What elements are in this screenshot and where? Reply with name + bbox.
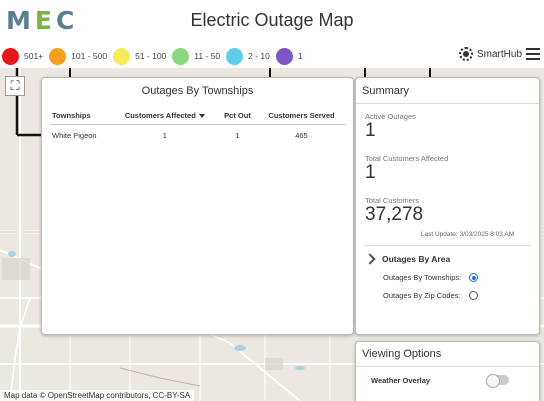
- legend-item-2-10: 2 - 10: [226, 47, 270, 65]
- legend-item-501-plus: 501+: [2, 47, 44, 65]
- radio-button-zip-codes[interactable]: [469, 291, 478, 300]
- active-outages-value: 1: [365, 120, 376, 141]
- summary-panel: Summary Active Outages 1 Total Customers…: [355, 77, 540, 335]
- viewing-options-panel: Viewing Options Weather Overlay: [355, 341, 540, 401]
- weather-overlay-row: Weather Overlay: [371, 374, 509, 388]
- column-header-customers-served[interactable]: Customers Served: [256, 107, 346, 125]
- legend-item-11-50: 11 - 50: [172, 47, 221, 65]
- page-title: Electric Outage Map: [190, 10, 354, 30]
- hamburger-menu-icon[interactable]: [526, 48, 540, 60]
- active-outages-stat: Active Outages 1: [356, 112, 539, 141]
- total-customers-stat: Total Customers 37,278: [356, 196, 539, 225]
- townships-panel: Outages By Townships Townships Customers…: [41, 77, 354, 335]
- legend-label: 11 - 50: [194, 51, 221, 61]
- cell-township: White Pigeon: [52, 131, 97, 140]
- outages-by-area-toggle[interactable]: Outages By Area: [364, 253, 539, 265]
- legend-label: 1: [297, 51, 303, 61]
- legend-item-1: 1: [275, 47, 303, 65]
- cell-customers-served: 465: [295, 131, 308, 140]
- chevron-right-icon: [364, 253, 376, 265]
- legend-color-dot: [49, 47, 67, 65]
- legend-color-dot: [172, 47, 190, 65]
- legend-color-dot: [275, 47, 293, 65]
- radio-label: Outages By Townships:: [383, 273, 462, 282]
- legend-label: 101 - 500: [71, 51, 108, 61]
- legend-label: 501+: [24, 51, 44, 61]
- table-header-row: Townships Customers Affected Pct Out Cus…: [50, 107, 346, 125]
- active-outages-label: Active Outages: [365, 112, 416, 121]
- column-header-customers-affected[interactable]: Customers Affected: [111, 107, 219, 125]
- viewing-options-title: Viewing Options: [356, 342, 539, 367]
- column-header-label: Pct Out: [224, 111, 251, 120]
- cell-pct-out: 1: [235, 131, 240, 140]
- total-customers-value: 37,278: [365, 204, 424, 225]
- legend-item-101-500: 101 - 500: [49, 47, 108, 65]
- summary-title: Summary: [356, 78, 539, 104]
- townships-panel-title: Outages By Townships: [141, 85, 254, 97]
- table-row[interactable]: White Pigeon 1 1 465: [50, 125, 346, 147]
- radio-label: Outages By Zip Codes:: [383, 291, 461, 300]
- divider: [364, 245, 531, 246]
- total-affected-value: 1: [365, 162, 376, 183]
- legend-color-dot: [2, 47, 19, 65]
- cell-customers-affected: 1: [162, 131, 167, 140]
- sort-desc-icon[interactable]: [198, 114, 205, 119]
- outages-by-area-label: Outages By Area: [382, 254, 451, 264]
- column-header-label: Customers Served: [268, 111, 335, 120]
- legend-color-dot: [226, 47, 244, 65]
- smarthub-link[interactable]: SmartHub: [458, 47, 522, 61]
- sun-icon: [458, 47, 473, 61]
- outage-legend: 501+ 101 - 500 51 - 100 11 - 50 2 - 10 1: [2, 46, 309, 66]
- last-update-timestamp: Last Update: 3/03/2025 8:03 AM: [420, 231, 515, 238]
- legend-label: 51 - 100: [135, 51, 167, 61]
- radio-by-townships[interactable]: Outages By Townships:: [383, 273, 539, 282]
- column-header-townships[interactable]: Townships: [50, 107, 112, 125]
- legend-label: 2 - 10: [248, 51, 270, 61]
- legend-item-51-100: 51 - 100: [113, 47, 167, 65]
- legend-color-dot: [113, 47, 131, 65]
- smarthub-label: SmartHub: [476, 48, 522, 60]
- townships-table: Townships Customers Affected Pct Out Cus…: [50, 107, 346, 146]
- map-attribution[interactable]: Map data © OpenStreetMap contributors, C…: [0, 390, 195, 401]
- header: MEC Electric Outage Map: [0, 0, 544, 44]
- weather-overlay-toggle[interactable]: [486, 374, 509, 388]
- total-affected-stat: Total Customers Affected 1: [356, 154, 539, 183]
- column-header-label: Townships: [52, 111, 91, 120]
- column-header-pct-out[interactable]: Pct Out: [218, 107, 257, 125]
- fullscreen-expand-icon[interactable]: ⛶: [5, 76, 25, 96]
- radio-button-townships[interactable]: [469, 273, 478, 282]
- weather-overlay-label: Weather Overlay: [371, 375, 431, 385]
- column-header-label: Customers Affected: [124, 111, 196, 120]
- total-affected-label: Total Customers Affected: [365, 154, 449, 163]
- radio-by-zip-codes[interactable]: Outages By Zip Codes:: [383, 291, 539, 300]
